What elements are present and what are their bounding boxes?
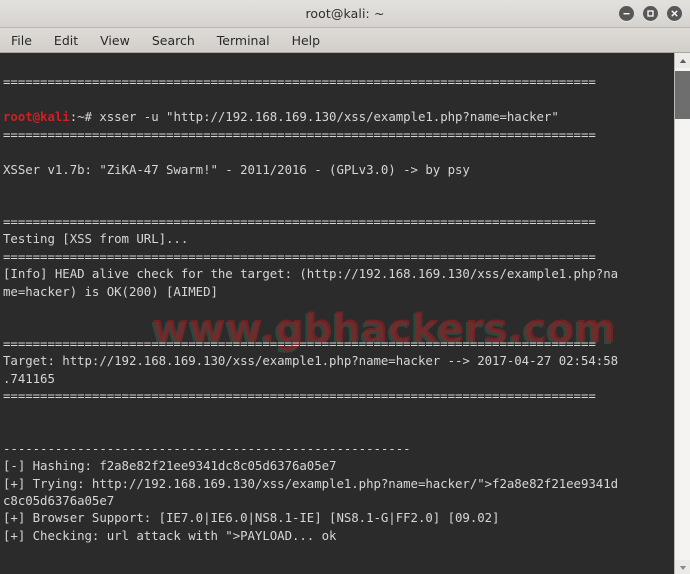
window-title: root@kali: ~: [305, 6, 385, 21]
close-button[interactable]: [667, 6, 682, 21]
close-icon: [671, 10, 678, 17]
terminal-line: ========================================…: [3, 74, 596, 90]
terminal-line: ========================================…: [3, 126, 596, 142]
prompt-sigil: :~#: [69, 109, 100, 125]
chevron-down-icon: [679, 565, 686, 570]
window-titlebar: root@kali: ~: [0, 0, 690, 28]
terminal-line: Target: http://192.168.169.130/xss/examp…: [3, 353, 619, 369]
prompt-user-host: root@kali: [3, 109, 70, 125]
terminal-line: ========================================…: [3, 336, 596, 351]
terminal-body: www.gbhackers.com REEBUF ===============…: [0, 53, 690, 574]
menu-item-search[interactable]: Search: [150, 32, 197, 49]
terminal-line: [+] Browser Support: [IE7.0|IE6.0|NS8.1-…: [3, 510, 500, 526]
terminal-scrollbar[interactable]: [674, 53, 690, 574]
terminal-line: [+] Trying: http://192.168.169.130/xss/e…: [3, 475, 619, 491]
maximize-button[interactable]: [643, 6, 658, 21]
chevron-up-icon: [679, 58, 686, 63]
terminal-command: xsser -u "http://192.168.169.130/xss/exa…: [99, 109, 559, 125]
scrollbar-up-arrow[interactable]: [674, 53, 690, 68]
scrollbar-down-arrow[interactable]: [674, 560, 690, 574]
terminal-line: [Info] HEAD alive check for the target: …: [3, 266, 619, 282]
scrollbar-track[interactable]: [675, 68, 690, 560]
terminal-prompt-line: root@kali:~# xsser -u "http://192.168.16…: [3, 108, 674, 125]
terminal-line: ========================================…: [3, 388, 596, 404]
terminal-line: ========================================…: [3, 248, 596, 264]
menu-item-file[interactable]: File: [9, 32, 34, 49]
menu-item-view[interactable]: View: [98, 32, 132, 49]
menu-item-help[interactable]: Help: [290, 32, 323, 49]
terminal-output-area[interactable]: www.gbhackers.com REEBUF ===============…: [0, 53, 674, 574]
menubar: File Edit View Search Terminal Help: [0, 28, 690, 53]
terminal-line: ----------------------------------------…: [3, 440, 411, 456]
terminal-line: me=hacker) is OK(200) [AIMED]: [3, 283, 218, 299]
maximize-icon: [647, 10, 654, 17]
terminal-line: .741165: [3, 370, 55, 386]
menu-item-terminal[interactable]: Terminal: [215, 32, 272, 49]
minimize-button[interactable]: [619, 6, 634, 21]
minimize-icon: [623, 13, 630, 15]
window-controls: [619, 0, 682, 27]
terminal-line: c8c05d6376a05e7: [3, 492, 115, 508]
terminal-line: XSSer v1.7b: "ZiKA-47 Swarm!" - 2011/201…: [3, 161, 470, 177]
terminal-text: ========================================…: [3, 56, 674, 574]
terminal-line: ========================================…: [3, 213, 596, 229]
terminal-window: root@kali: ~ File Edit View Search Termi…: [0, 0, 690, 574]
terminal-line: [+] Checking: url attack with ">PAYLOAD.…: [3, 527, 337, 543]
scrollbar-thumb[interactable]: [675, 71, 690, 119]
terminal-line: [-] Hashing: f2a8e82f21ee9341dc8c05d6376…: [3, 458, 337, 474]
menu-item-edit[interactable]: Edit: [52, 32, 80, 49]
terminal-line: Testing [XSS from URL]...: [3, 231, 189, 247]
